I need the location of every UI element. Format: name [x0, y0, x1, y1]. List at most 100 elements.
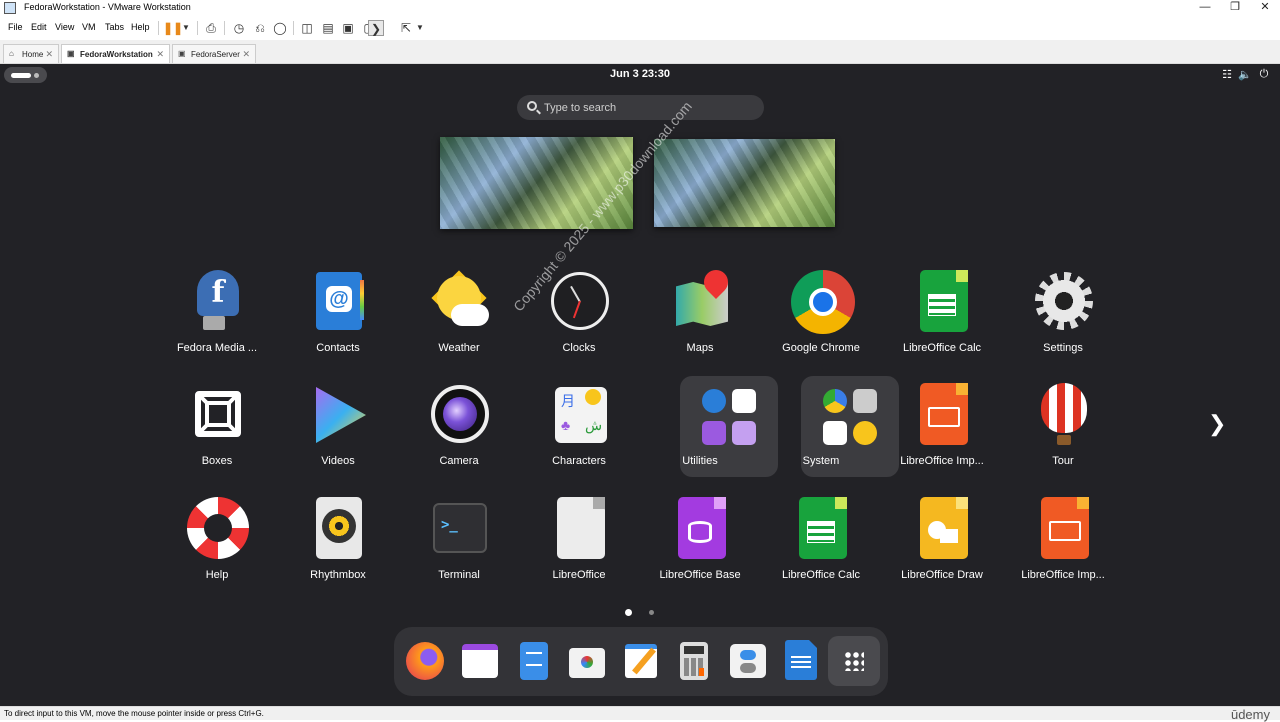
- app-libreoffice-calc[interactable]: LibreOffice Calc: [762, 494, 880, 604]
- chrome-icon: [791, 270, 855, 334]
- app-libreoffice-base[interactable]: LibreOffice Base: [641, 494, 759, 604]
- app-libreoffice-impress[interactable]: LibreOffice Imp...: [1004, 494, 1122, 604]
- app-fedora-media-writer[interactable]: f Fedora Media ...: [158, 267, 276, 377]
- characters-icon: 月 ♣ ش: [549, 383, 611, 447]
- app-label: LibreOffice Imp...: [900, 455, 984, 467]
- app-label: Contacts: [316, 342, 360, 354]
- app-system-folder[interactable]: System: [762, 376, 899, 490]
- app-libreoffice-draw[interactable]: LibreOffice Draw: [883, 494, 1001, 604]
- separator: [224, 21, 225, 35]
- app-characters[interactable]: 月 ♣ ش Characters: [520, 380, 638, 490]
- files-icon[interactable]: [514, 640, 554, 682]
- thumbnail-bar-icon[interactable]: ▤: [320, 20, 336, 36]
- close-icon[interactable]: ✕: [1250, 0, 1280, 16]
- fedora-media-writer-icon: f: [187, 270, 249, 334]
- tab-home[interactable]: ⌂ Home ✕: [3, 44, 59, 63]
- system-folder-icon: [791, 376, 899, 477]
- search-field[interactable]: [517, 95, 764, 120]
- app-label: Google Chrome: [782, 342, 860, 354]
- network-icon[interactable]: ☷: [1220, 68, 1234, 81]
- libreoffice-icon: [549, 497, 611, 561]
- tab-close-icon[interactable]: ✕: [242, 49, 250, 60]
- menu-file[interactable]: File: [8, 22, 23, 32]
- app-libreoffice-impress[interactable]: LibreOffice Imp...: [883, 380, 1001, 490]
- tab-fedoraworkstation[interactable]: ▣ FedoraWorkstation ✕: [61, 44, 170, 63]
- app-tour-balloon[interactable]: Tour: [1004, 380, 1122, 490]
- console-view-icon[interactable]: ❯: [368, 20, 384, 36]
- app-label: LibreOffice Base: [659, 569, 741, 581]
- search-input[interactable]: [544, 100, 744, 115]
- dash: [394, 627, 888, 696]
- minimize-icon[interactable]: —: [1190, 0, 1220, 16]
- restore-icon[interactable]: ❐: [1220, 0, 1250, 16]
- tour-balloon-icon: [1033, 383, 1095, 447]
- full-screen-icon[interactable]: ▣: [340, 20, 356, 36]
- app-chrome[interactable]: Google Chrome: [762, 267, 880, 377]
- menu-tabs[interactable]: Tabs: [105, 22, 124, 32]
- page-dot-active[interactable]: [625, 609, 632, 616]
- app-label: Boxes: [201, 455, 233, 467]
- snapshot-icon[interactable]: ◷: [231, 20, 247, 36]
- app-weather[interactable]: Weather: [400, 267, 518, 377]
- app-rhythmbox[interactable]: Rhythmbox: [279, 494, 397, 604]
- tab-close-icon[interactable]: ✕: [156, 49, 164, 60]
- boxes-icon: [187, 383, 249, 447]
- videos-icon: [308, 383, 370, 447]
- libreoffice-calc-icon: [791, 497, 853, 561]
- tab-label: Home: [22, 50, 44, 59]
- vm-icon: ▣: [178, 49, 186, 58]
- menu-vm[interactable]: VM: [82, 22, 96, 32]
- app-boxes[interactable]: Boxes: [158, 380, 276, 490]
- toggle-settings-icon[interactable]: [728, 640, 768, 682]
- app-settings-gear[interactable]: Settings: [1004, 267, 1122, 377]
- send-keys-icon[interactable]: ⎙: [203, 20, 219, 36]
- chevron-down-icon[interactable]: ▼: [178, 20, 194, 36]
- app-help-lifebuoy[interactable]: Help: [158, 494, 276, 604]
- volume-icon[interactable]: 🔈: [1238, 68, 1252, 81]
- chevron-down-icon[interactable]: ▼: [412, 20, 428, 36]
- revert-snapshot-icon[interactable]: ⎌: [252, 20, 268, 36]
- app-camera[interactable]: Camera: [400, 380, 518, 490]
- separator: [293, 21, 294, 35]
- app-label: Characters: [552, 455, 606, 467]
- search-icon: [527, 101, 537, 111]
- software-icon[interactable]: [567, 640, 607, 682]
- app-maps[interactable]: Maps: [641, 265, 759, 377]
- calculator-icon[interactable]: [674, 640, 714, 682]
- snapshot-manager-icon[interactable]: ◯: [272, 20, 288, 36]
- app-libreoffice-calc[interactable]: LibreOffice Calc: [883, 267, 1001, 377]
- app-contacts[interactable]: @ Contacts: [279, 267, 397, 377]
- app-label: Settings: [1043, 342, 1083, 354]
- vmware-app-icon: [4, 2, 16, 14]
- page-dot[interactable]: [649, 610, 654, 615]
- app-videos[interactable]: Videos: [279, 380, 397, 490]
- libreoffice-writer-icon[interactable]: [781, 640, 821, 682]
- menu-view[interactable]: View: [55, 22, 74, 32]
- app-terminal[interactable]: >_ Terminal: [400, 494, 518, 604]
- next-page-arrow-icon[interactable]: ❯: [1208, 411, 1226, 437]
- calendar-icon[interactable]: [460, 640, 500, 682]
- tab-close-icon[interactable]: ✕: [45, 49, 53, 60]
- app-label: Help: [205, 569, 229, 581]
- app-label: Tour: [1052, 455, 1074, 467]
- menu-help[interactable]: Help: [131, 22, 150, 32]
- menu-edit[interactable]: Edit: [31, 22, 47, 32]
- weather-icon: [429, 270, 491, 334]
- top-bar-clock[interactable]: Jun 3 23:30: [0, 68, 1280, 80]
- camera-icon: [429, 383, 491, 447]
- show-apps-grid-icon[interactable]: [828, 636, 880, 686]
- text-editor-icon[interactable]: [621, 640, 661, 682]
- library-icon[interactable]: ◫: [299, 20, 315, 36]
- terminal-icon: >_: [429, 497, 491, 561]
- tab-fedoraserver[interactable]: ▣ FedoraServer ✕: [172, 44, 256, 63]
- app-label: Fedora Media ...: [176, 342, 258, 354]
- pause-icon[interactable]: ❚❚: [163, 20, 183, 36]
- app-utilities-folder[interactable]: Utilities: [641, 376, 778, 490]
- firefox-icon[interactable]: [406, 640, 446, 682]
- window-title: FedoraWorkstation - VMware Workstation: [24, 2, 191, 12]
- app-label: Videos: [321, 455, 355, 467]
- app-libreoffice[interactable]: LibreOffice: [520, 494, 638, 604]
- workspace-thumbnail-2[interactable]: [654, 139, 835, 227]
- vm-display[interactable]: Jun 3 23:30 ☷ 🔈 ⏻ f Fedora Media ... @ Cont…: [0, 64, 1280, 706]
- power-icon[interactable]: ⏻: [1257, 68, 1271, 81]
